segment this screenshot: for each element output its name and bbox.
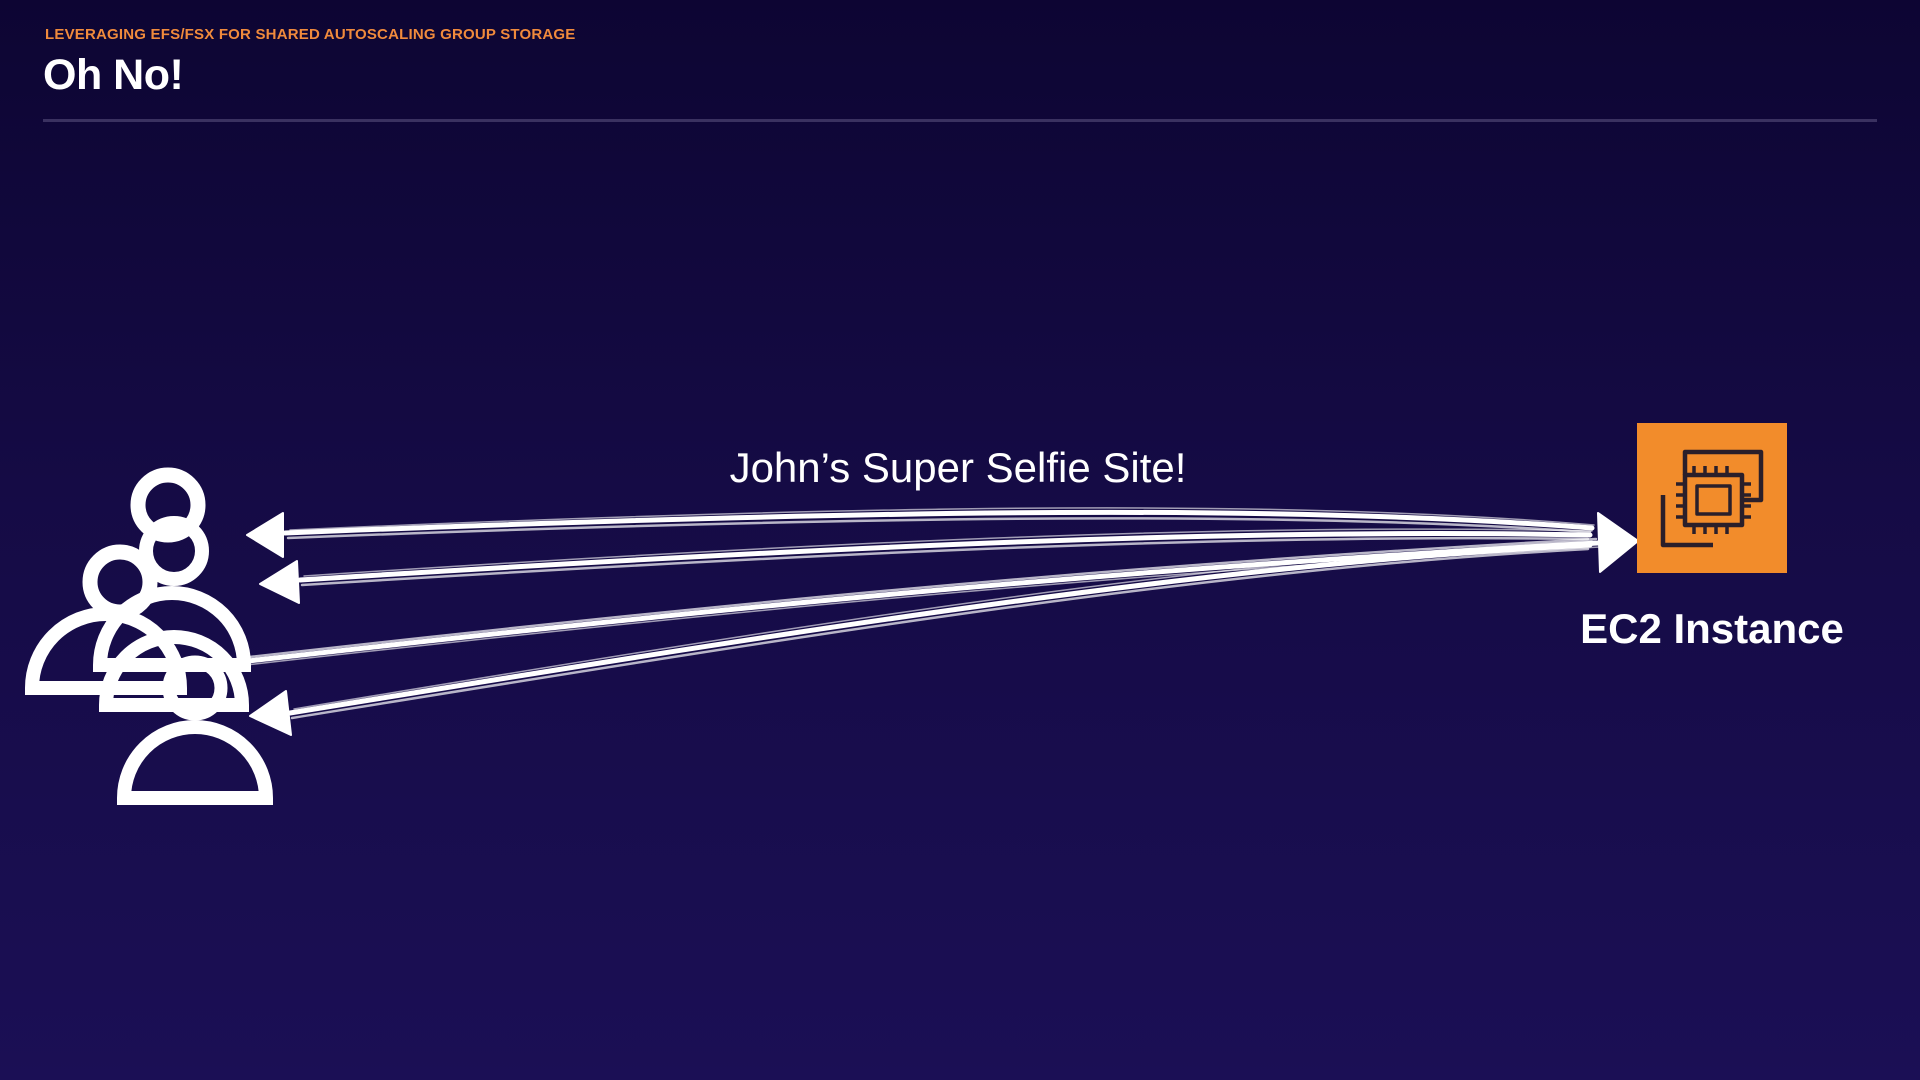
arrowhead-left bbox=[249, 690, 292, 736]
arrowhead-left bbox=[259, 560, 300, 604]
connection-arrows bbox=[245, 507, 1639, 736]
ec2-icon-background bbox=[1637, 423, 1787, 573]
ec2-chip-icon bbox=[1637, 423, 1787, 573]
site-label: John’s Super Selfie Site! bbox=[730, 444, 1187, 491]
architecture-diagram: John’s Super Selfie Site! EC2 Instance bbox=[24, 423, 1844, 805]
arrowhead-left bbox=[246, 512, 284, 558]
ec2-instance-label: EC2 Instance bbox=[1580, 605, 1844, 652]
users-group bbox=[24, 467, 274, 805]
arrowhead-right bbox=[1597, 512, 1639, 573]
